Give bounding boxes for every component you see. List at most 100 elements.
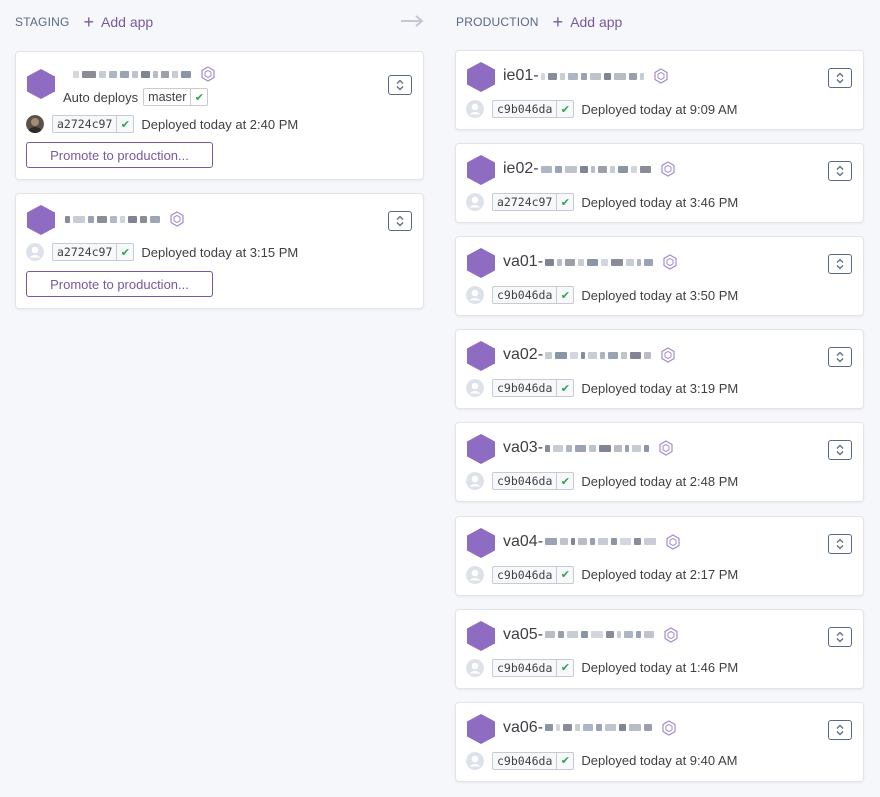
staging-app-card: a2724c97 ✔ Deployed today at 3:15 PM Pro… (15, 193, 424, 309)
default-avatar-icon[interactable] (466, 193, 484, 212)
commit-badge[interactable]: c9b046da ✔ (492, 751, 575, 770)
private-space-icon (666, 533, 680, 550)
commit-badge[interactable]: a2724c97 ✔ (52, 243, 135, 261)
commit-sha: c9b046da (497, 102, 553, 116)
redacted-block (644, 724, 653, 732)
production-app-card: va02- c9b046da ✔ Deployed today at 3:19 … (455, 329, 864, 410)
check-icon: ✔ (556, 659, 573, 676)
expand-toggle-button[interactable] (828, 254, 852, 275)
promote-to-production-button[interactable]: Promote to production... (26, 142, 213, 168)
app-name[interactable]: va01- (503, 253, 678, 271)
chevron-up-down-icon (836, 351, 844, 363)
branch-badge[interactable]: master ✔ (143, 88, 209, 106)
default-avatar-icon[interactable] (466, 472, 484, 491)
production-app-card: ie01- c9b046da ✔ Deployed today at 9:09 … (455, 50, 864, 130)
deploy-info: c9b046da ✔ Deployed today at 3:50 PM (466, 286, 738, 305)
commit-badge[interactable]: c9b046da ✔ (492, 565, 575, 584)
redacted-app-name (545, 631, 657, 639)
check-icon: ✔ (556, 380, 573, 397)
production-add-app-button[interactable]: + Add app (553, 13, 623, 31)
commit-sha: a2724c97 (57, 245, 113, 259)
redacted-block (575, 724, 581, 732)
redacted-block (630, 165, 637, 173)
chevron-up-down-icon (836, 258, 844, 270)
default-avatar-icon[interactable] (466, 658, 484, 677)
expand-toggle-button[interactable] (828, 161, 852, 182)
redacted-block (540, 72, 545, 80)
commit-badge[interactable]: a2724c97 ✔ (492, 193, 575, 212)
default-avatar-icon[interactable] (466, 565, 484, 584)
redacted-block (559, 72, 565, 80)
production-title: PRODUCTION (456, 15, 539, 29)
plus-icon: + (552, 12, 564, 32)
check-icon: ✔ (556, 101, 573, 117)
commit-sha: c9b046da (497, 660, 553, 675)
commit-badge[interactable]: c9b046da ✔ (492, 100, 575, 118)
redacted-app-name (545, 258, 656, 266)
redacted-block (579, 165, 588, 173)
redacted-block (644, 631, 655, 639)
redacted-block (639, 72, 644, 80)
default-avatar-icon[interactable] (466, 379, 484, 398)
redacted-block (628, 72, 637, 80)
redacted-app-name (545, 351, 654, 359)
app-hexagon-icon (467, 62, 495, 92)
redacted-block (570, 351, 579, 359)
app-name-prefix: va02- (503, 346, 544, 364)
redacted-block (621, 351, 628, 359)
expand-toggle-button[interactable] (828, 347, 852, 368)
expand-toggle-button[interactable] (388, 75, 412, 95)
default-avatar-icon[interactable] (466, 100, 484, 118)
app-hexagon-icon (467, 155, 495, 186)
redacted-block (557, 258, 563, 266)
deployed-time: Deployed today at 2:40 PM (141, 116, 299, 132)
private-space-icon (659, 440, 673, 457)
deployed-time: Deployed today at 2:48 PM (581, 473, 739, 489)
private-space-icon (663, 254, 677, 270)
app-name (71, 66, 216, 82)
expand-toggle-button[interactable] (388, 211, 412, 231)
user-avatar[interactable] (26, 115, 44, 133)
app-hexagon-icon (467, 434, 495, 465)
redacted-block (590, 165, 595, 173)
app-name[interactable]: ie01- (503, 67, 669, 85)
app-name[interactable]: va04- (503, 533, 681, 551)
default-avatar-icon[interactable] (466, 751, 484, 770)
commit-badge[interactable]: c9b046da ✔ (492, 286, 575, 305)
default-avatar-icon[interactable] (26, 243, 44, 261)
expand-toggle-button[interactable] (828, 68, 852, 88)
redacted-block (629, 724, 642, 732)
deployed-time: Deployed today at 3:46 PM (581, 194, 739, 210)
production-app-card: ie02- a2724c97 ✔ Deployed today at 3:46 … (455, 143, 864, 224)
private-space-icon (661, 347, 675, 363)
app-name[interactable]: ie02- (503, 160, 676, 178)
expand-toggle-button[interactable] (828, 533, 852, 554)
expand-toggle-button[interactable] (828, 626, 852, 647)
promote-to-production-button[interactable]: Promote to production... (26, 271, 213, 297)
expand-toggle-button[interactable] (828, 719, 852, 740)
app-name[interactable]: va05- (503, 626, 679, 644)
redacted-block (588, 351, 598, 359)
expand-toggle-button[interactable] (828, 440, 852, 461)
commit-badge[interactable]: c9b046da ✔ (492, 379, 575, 398)
app-hexagon-icon (27, 205, 55, 235)
app-name-prefix: ie01- (503, 67, 539, 84)
staging-add-app-button[interactable]: + Add app (84, 13, 154, 31)
deployed-time: Deployed today at 9:40 AM (581, 753, 738, 769)
redacted-block (566, 444, 573, 452)
commit-badge[interactable]: c9b046da ✔ (492, 472, 575, 491)
arrow-right-icon (401, 15, 424, 27)
commit-badge[interactable]: a2724c97 ✔ (52, 115, 135, 133)
default-avatar-icon[interactable] (466, 286, 484, 305)
app-hexagon-icon (27, 69, 55, 99)
app-name[interactable]: va03- (503, 439, 674, 457)
commit-badge[interactable]: c9b046da ✔ (492, 658, 575, 677)
redacted-block (589, 444, 597, 452)
check-icon: ✔ (556, 473, 573, 490)
redacted-block (639, 165, 651, 173)
app-name[interactable]: va06- (503, 719, 677, 737)
chevron-up-down-icon (396, 215, 404, 227)
app-name[interactable]: va02- (503, 346, 676, 364)
app-name-prefix: ie02- (503, 160, 539, 178)
redacted-block (555, 351, 568, 359)
